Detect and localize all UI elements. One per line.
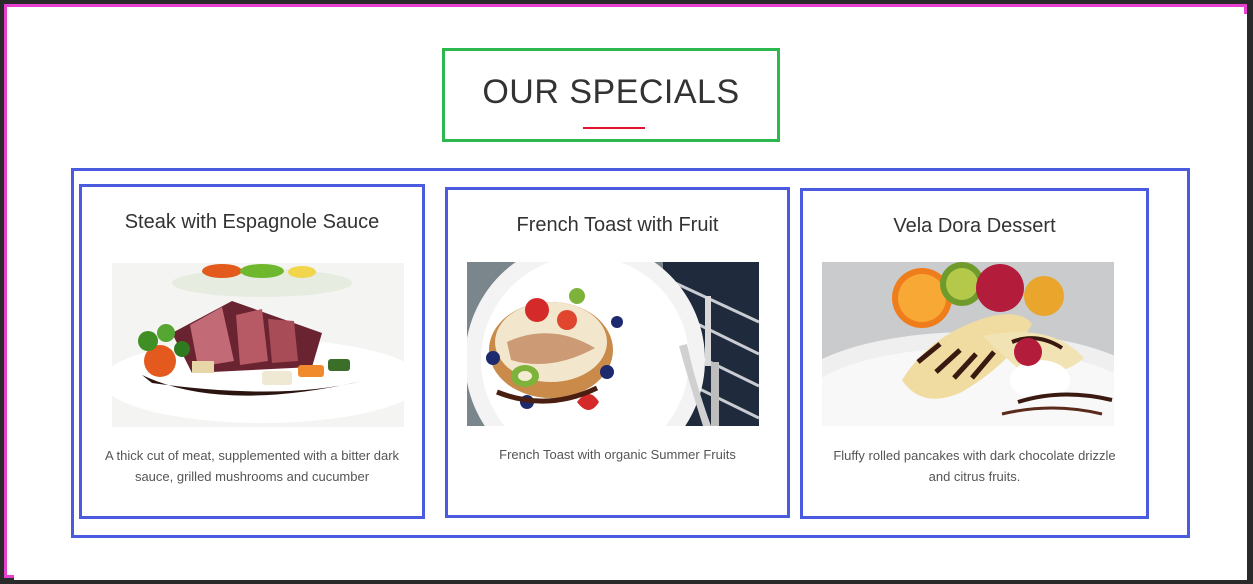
card-description: Fluffy rolled pancakes with dark chocola… xyxy=(833,448,1116,484)
special-card-steak[interactable]: Steak with Espagnole Sauce A thick cut o… xyxy=(79,184,425,519)
section-heading-box: OUR SPECIALS xyxy=(442,48,780,142)
card-description: A thick cut of meat, supplemented with a… xyxy=(104,448,400,484)
special-card-vela-dora[interactable]: Vela Dora Dessert Fluffy rolled pancakes… xyxy=(800,188,1149,519)
title-underline xyxy=(583,127,645,129)
section-title: OUR SPECIALS xyxy=(482,73,740,111)
steak-plate-image xyxy=(112,263,404,427)
card-description: French Toast with organic Summer Fruits xyxy=(499,447,736,462)
special-card-french-toast[interactable]: French Toast with Fruit French Toast wit… xyxy=(445,187,790,518)
card-title: French Toast with Fruit xyxy=(516,214,719,236)
card-title: Vela Dora Dessert xyxy=(893,215,1056,237)
banana-pancake-dessert-image xyxy=(822,262,1114,426)
french-toast-plate-image xyxy=(467,262,759,426)
card-title: Steak with Espagnole Sauce xyxy=(124,211,380,233)
